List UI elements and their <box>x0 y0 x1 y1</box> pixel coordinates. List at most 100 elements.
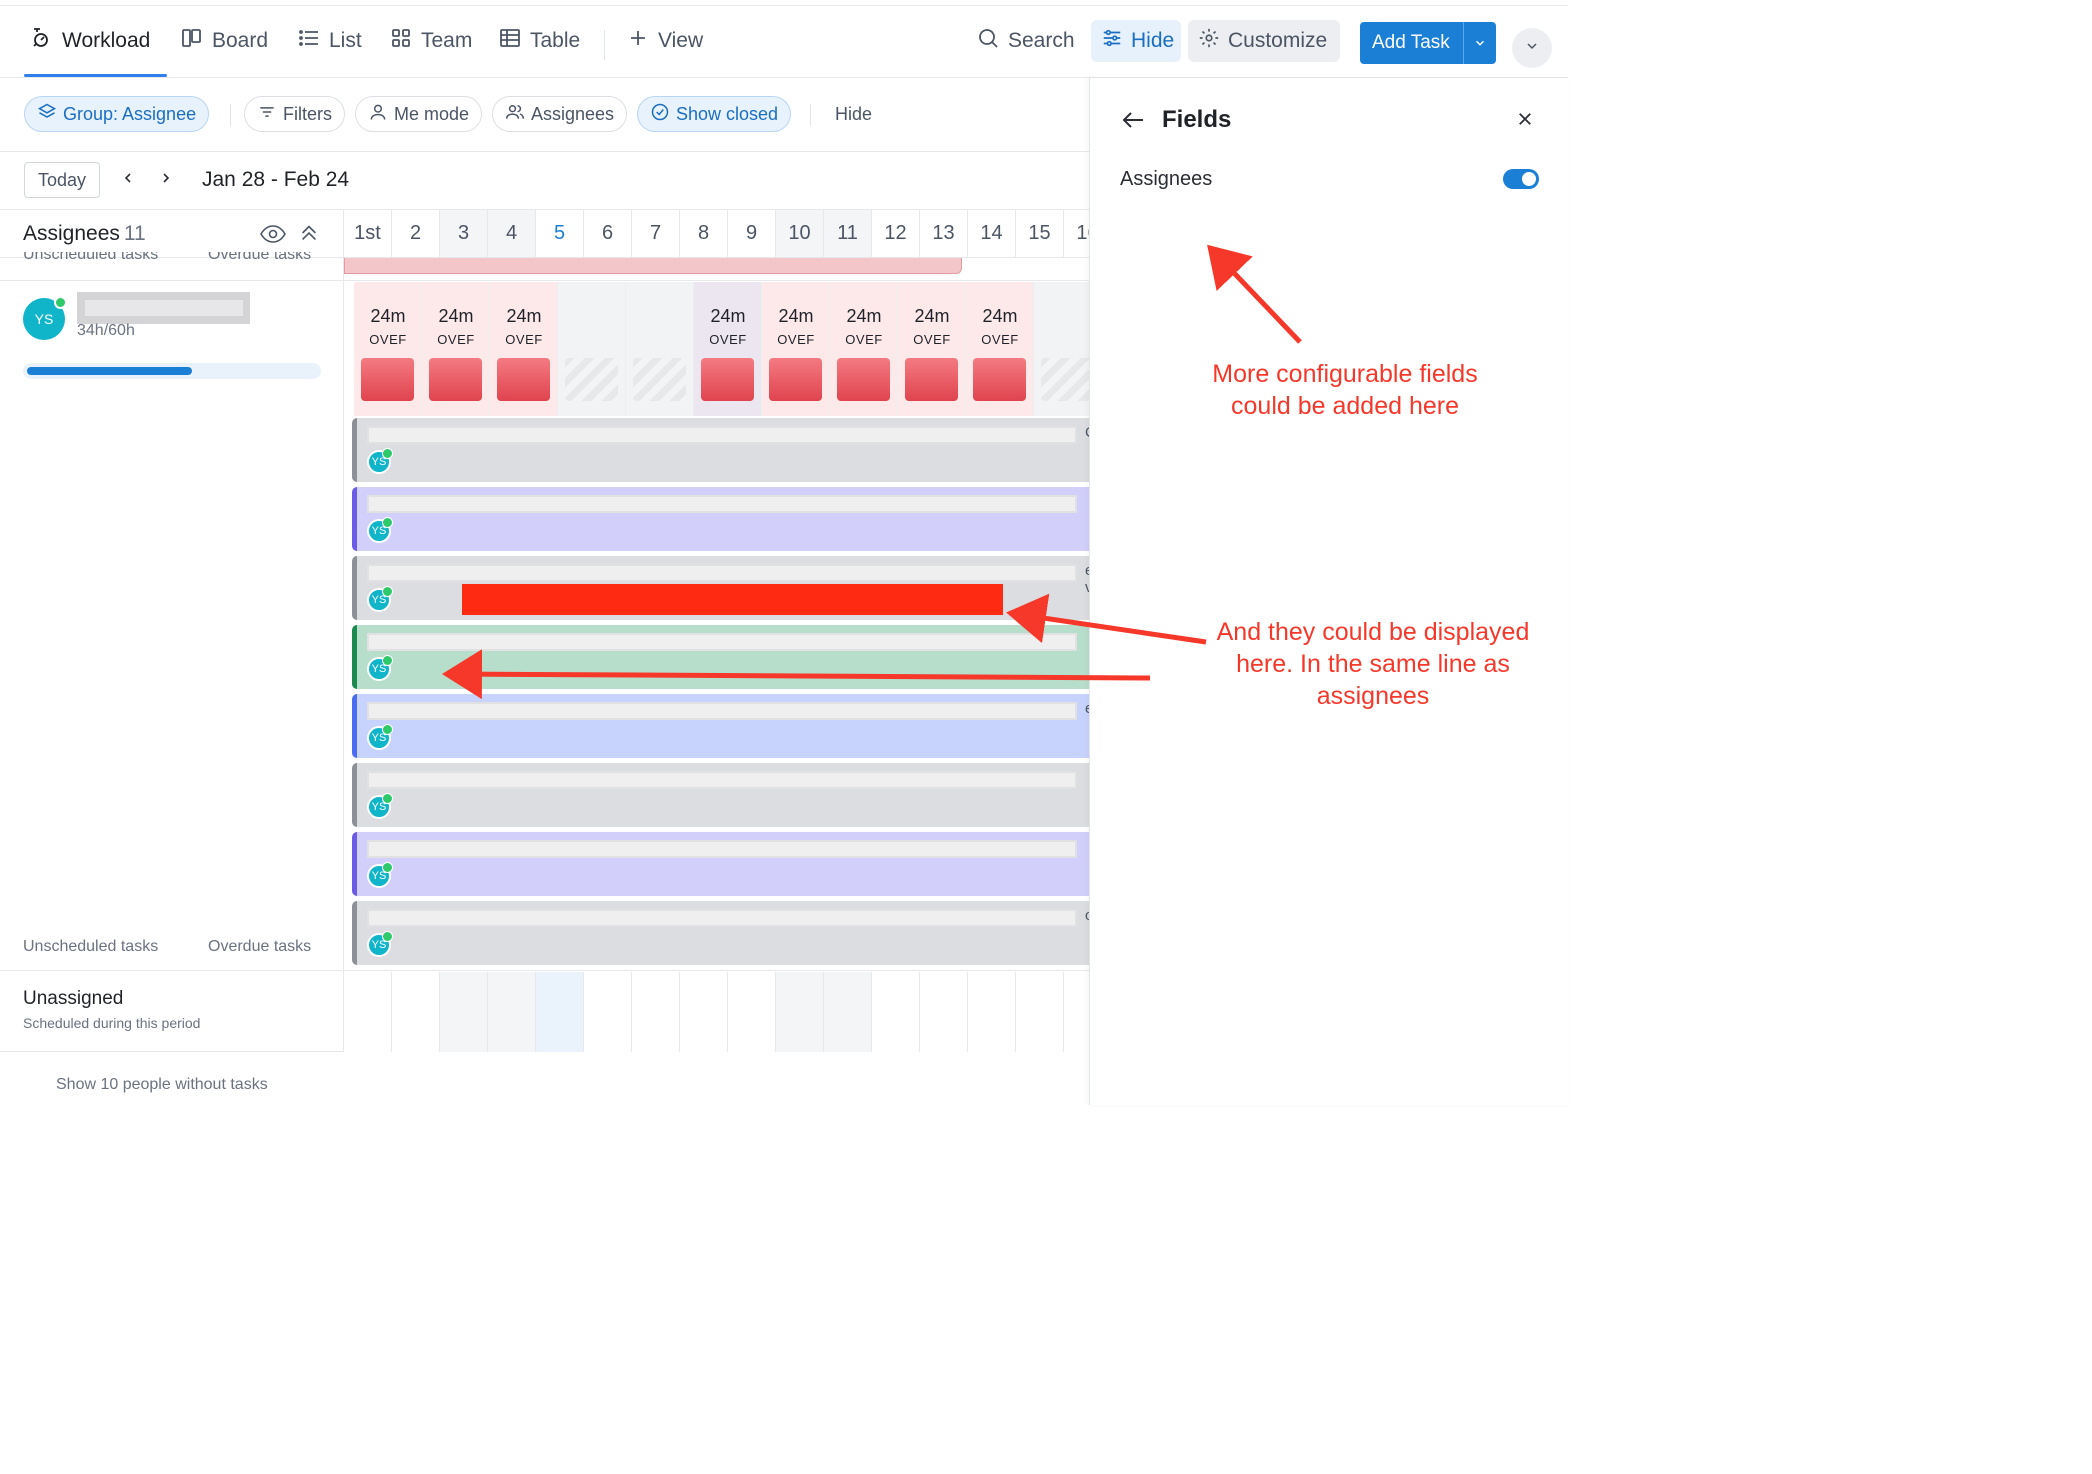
search-label: Search <box>1008 29 1075 52</box>
assignees-count: 11 <box>123 222 146 245</box>
task-bar[interactable]: YSC <box>352 418 1089 482</box>
close-icon[interactable] <box>1516 110 1534 133</box>
collapse-all-icon[interactable] <box>298 222 320 249</box>
previous-period-button[interactable] <box>118 168 138 192</box>
unassigned-day-cell[interactable] <box>392 972 440 1052</box>
filter-separator <box>230 104 231 126</box>
me-mode-chip[interactable]: Me mode <box>355 96 483 132</box>
overdue-status: OVEF <box>913 332 951 347</box>
workload-block <box>769 358 822 401</box>
task-assignee-avatar[interactable]: YS <box>367 655 393 681</box>
workload-timeline: 1st234567891011121314151624mOVEF24mOVEF2… <box>344 210 1089 1052</box>
unassigned-day-cell[interactable] <box>344 972 392 1052</box>
task-bar[interactable]: YS <box>352 763 1089 827</box>
unassigned-day-cell[interactable] <box>680 972 728 1052</box>
unassigned-day-cell[interactable] <box>824 972 872 1052</box>
eye-icon[interactable] <box>260 224 286 249</box>
fields-panel-title: Fields <box>1162 106 1232 133</box>
unscheduled-tasks-label[interactable]: Unscheduled tasks <box>23 252 158 264</box>
task-assignee-avatar[interactable]: YS <box>367 586 393 612</box>
add-task-button[interactable]: Add Task <box>1360 22 1496 64</box>
more-options-button[interactable] <box>1512 28 1552 68</box>
unassigned-title[interactable]: Unassigned <box>23 988 123 1010</box>
back-arrow-icon[interactable] <box>1120 108 1146 137</box>
add-view-button[interactable]: View <box>626 24 703 58</box>
task-bar[interactable]: YS c <box>352 901 1089 965</box>
avatar[interactable]: YS <box>23 296 67 340</box>
next-period-button[interactable] <box>156 168 176 192</box>
tab-board-label: Board <box>212 29 269 52</box>
day-header: 13 <box>920 210 968 258</box>
filters-label: Filters <box>283 103 332 124</box>
no-work-hatch <box>1041 358 1089 401</box>
workload-amount: 24m <box>370 306 406 326</box>
workload-day-cell[interactable]: 24m OVEF <box>354 282 422 416</box>
unassigned-day-cell[interactable] <box>872 972 920 1052</box>
unassigned-day-cell[interactable] <box>776 972 824 1052</box>
hide-filter-link[interactable]: Hide <box>835 104 872 125</box>
chevron-down-icon[interactable] <box>1464 36 1496 50</box>
task-assignee-avatar[interactable]: YS <box>367 793 393 819</box>
show-closed-chip[interactable]: Show closed <box>637 96 792 132</box>
task-title-redacted <box>367 633 1077 651</box>
tab-workload-label: Workload <box>62 29 151 52</box>
unassigned-day-cell[interactable] <box>536 972 584 1052</box>
tab-list[interactable]: List <box>297 24 362 58</box>
task-bar[interactable]: YSe <box>352 694 1089 758</box>
filter-separator <box>810 104 811 126</box>
unassigned-day-cell[interactable] <box>920 972 968 1052</box>
workload-day-cell[interactable] <box>558 282 626 416</box>
task-bar[interactable]: YS <box>352 487 1089 551</box>
task-assignee-avatar[interactable]: YS <box>367 931 393 957</box>
overdue-tasks-label[interactable]: Overdue tasks <box>208 252 311 264</box>
filters-chip[interactable]: Filters <box>244 96 345 132</box>
search-icon <box>976 26 1000 56</box>
person-icon <box>368 102 388 127</box>
group-assignee-chip[interactable]: Group: Assignee <box>24 96 210 132</box>
task-title-redacted <box>367 495 1077 513</box>
workload-block <box>973 358 1026 401</box>
assignees-chip[interactable]: Assignees <box>492 96 628 132</box>
table-icon <box>498 26 522 56</box>
workload-day-cell[interactable]: 24m OVEF <box>966 282 1034 416</box>
unassigned-day-cell[interactable] <box>968 972 1016 1052</box>
task-assignee-avatar[interactable]: YS <box>367 517 393 543</box>
capacity-bar <box>23 363 321 379</box>
task-bar[interactable]: YS <box>352 625 1089 689</box>
plus-icon <box>626 26 650 56</box>
day-header: 3 <box>440 210 488 258</box>
unassigned-day-cell[interactable] <box>1016 972 1064 1052</box>
tab-board[interactable]: Board <box>180 24 268 58</box>
task-assignee-avatar[interactable]: YS <box>367 724 393 750</box>
workload-day-cell[interactable]: 24m OVEF <box>490 282 558 416</box>
unassigned-day-cell[interactable] <box>632 972 680 1052</box>
unassigned-day-cell[interactable] <box>440 972 488 1052</box>
workload-day-cell[interactable]: 24m OVEF <box>898 282 966 416</box>
workload-day-cell[interactable] <box>1034 282 1089 416</box>
workload-day-cell[interactable] <box>626 282 694 416</box>
workload-day-cell[interactable]: 24m OVEF <box>830 282 898 416</box>
hide-button[interactable]: Hide <box>1091 20 1181 62</box>
assignees-heading: Assignees 11 <box>23 222 146 246</box>
unscheduled-tasks-link[interactable]: Unscheduled tasks <box>23 938 158 956</box>
overdue-tasks-link[interactable]: Overdue tasks <box>208 938 311 956</box>
tab-workload[interactable]: Workload <box>30 24 150 58</box>
task-assignee-avatar[interactable]: YS <box>367 862 393 888</box>
unassigned-day-cell[interactable] <box>584 972 632 1052</box>
tab-table[interactable]: Table <box>498 24 580 58</box>
search-button[interactable]: Search <box>966 20 1085 62</box>
task-bar[interactable]: YS <box>352 832 1089 896</box>
show-people-without-tasks-link[interactable]: Show 10 people without tasks <box>56 1076 268 1094</box>
workload-day-cell[interactable]: 24m OVEF <box>762 282 830 416</box>
unassigned-day-cell[interactable] <box>1064 972 1089 1052</box>
workload-day-cell[interactable]: 24m OVEF <box>694 282 762 416</box>
today-button[interactable]: Today <box>24 162 100 198</box>
task-assignee-avatar[interactable]: YS <box>367 448 393 474</box>
tab-team[interactable]: Team <box>389 24 472 58</box>
workload-day-cell[interactable]: 24m OVEF <box>422 282 490 416</box>
customize-button[interactable]: Customize <box>1188 20 1340 62</box>
unassigned-day-cell[interactable] <box>728 972 776 1052</box>
group-label: Group: Assignee <box>63 103 197 124</box>
field-assignees-toggle[interactable] <box>1503 169 1539 189</box>
unassigned-day-cell[interactable] <box>488 972 536 1052</box>
